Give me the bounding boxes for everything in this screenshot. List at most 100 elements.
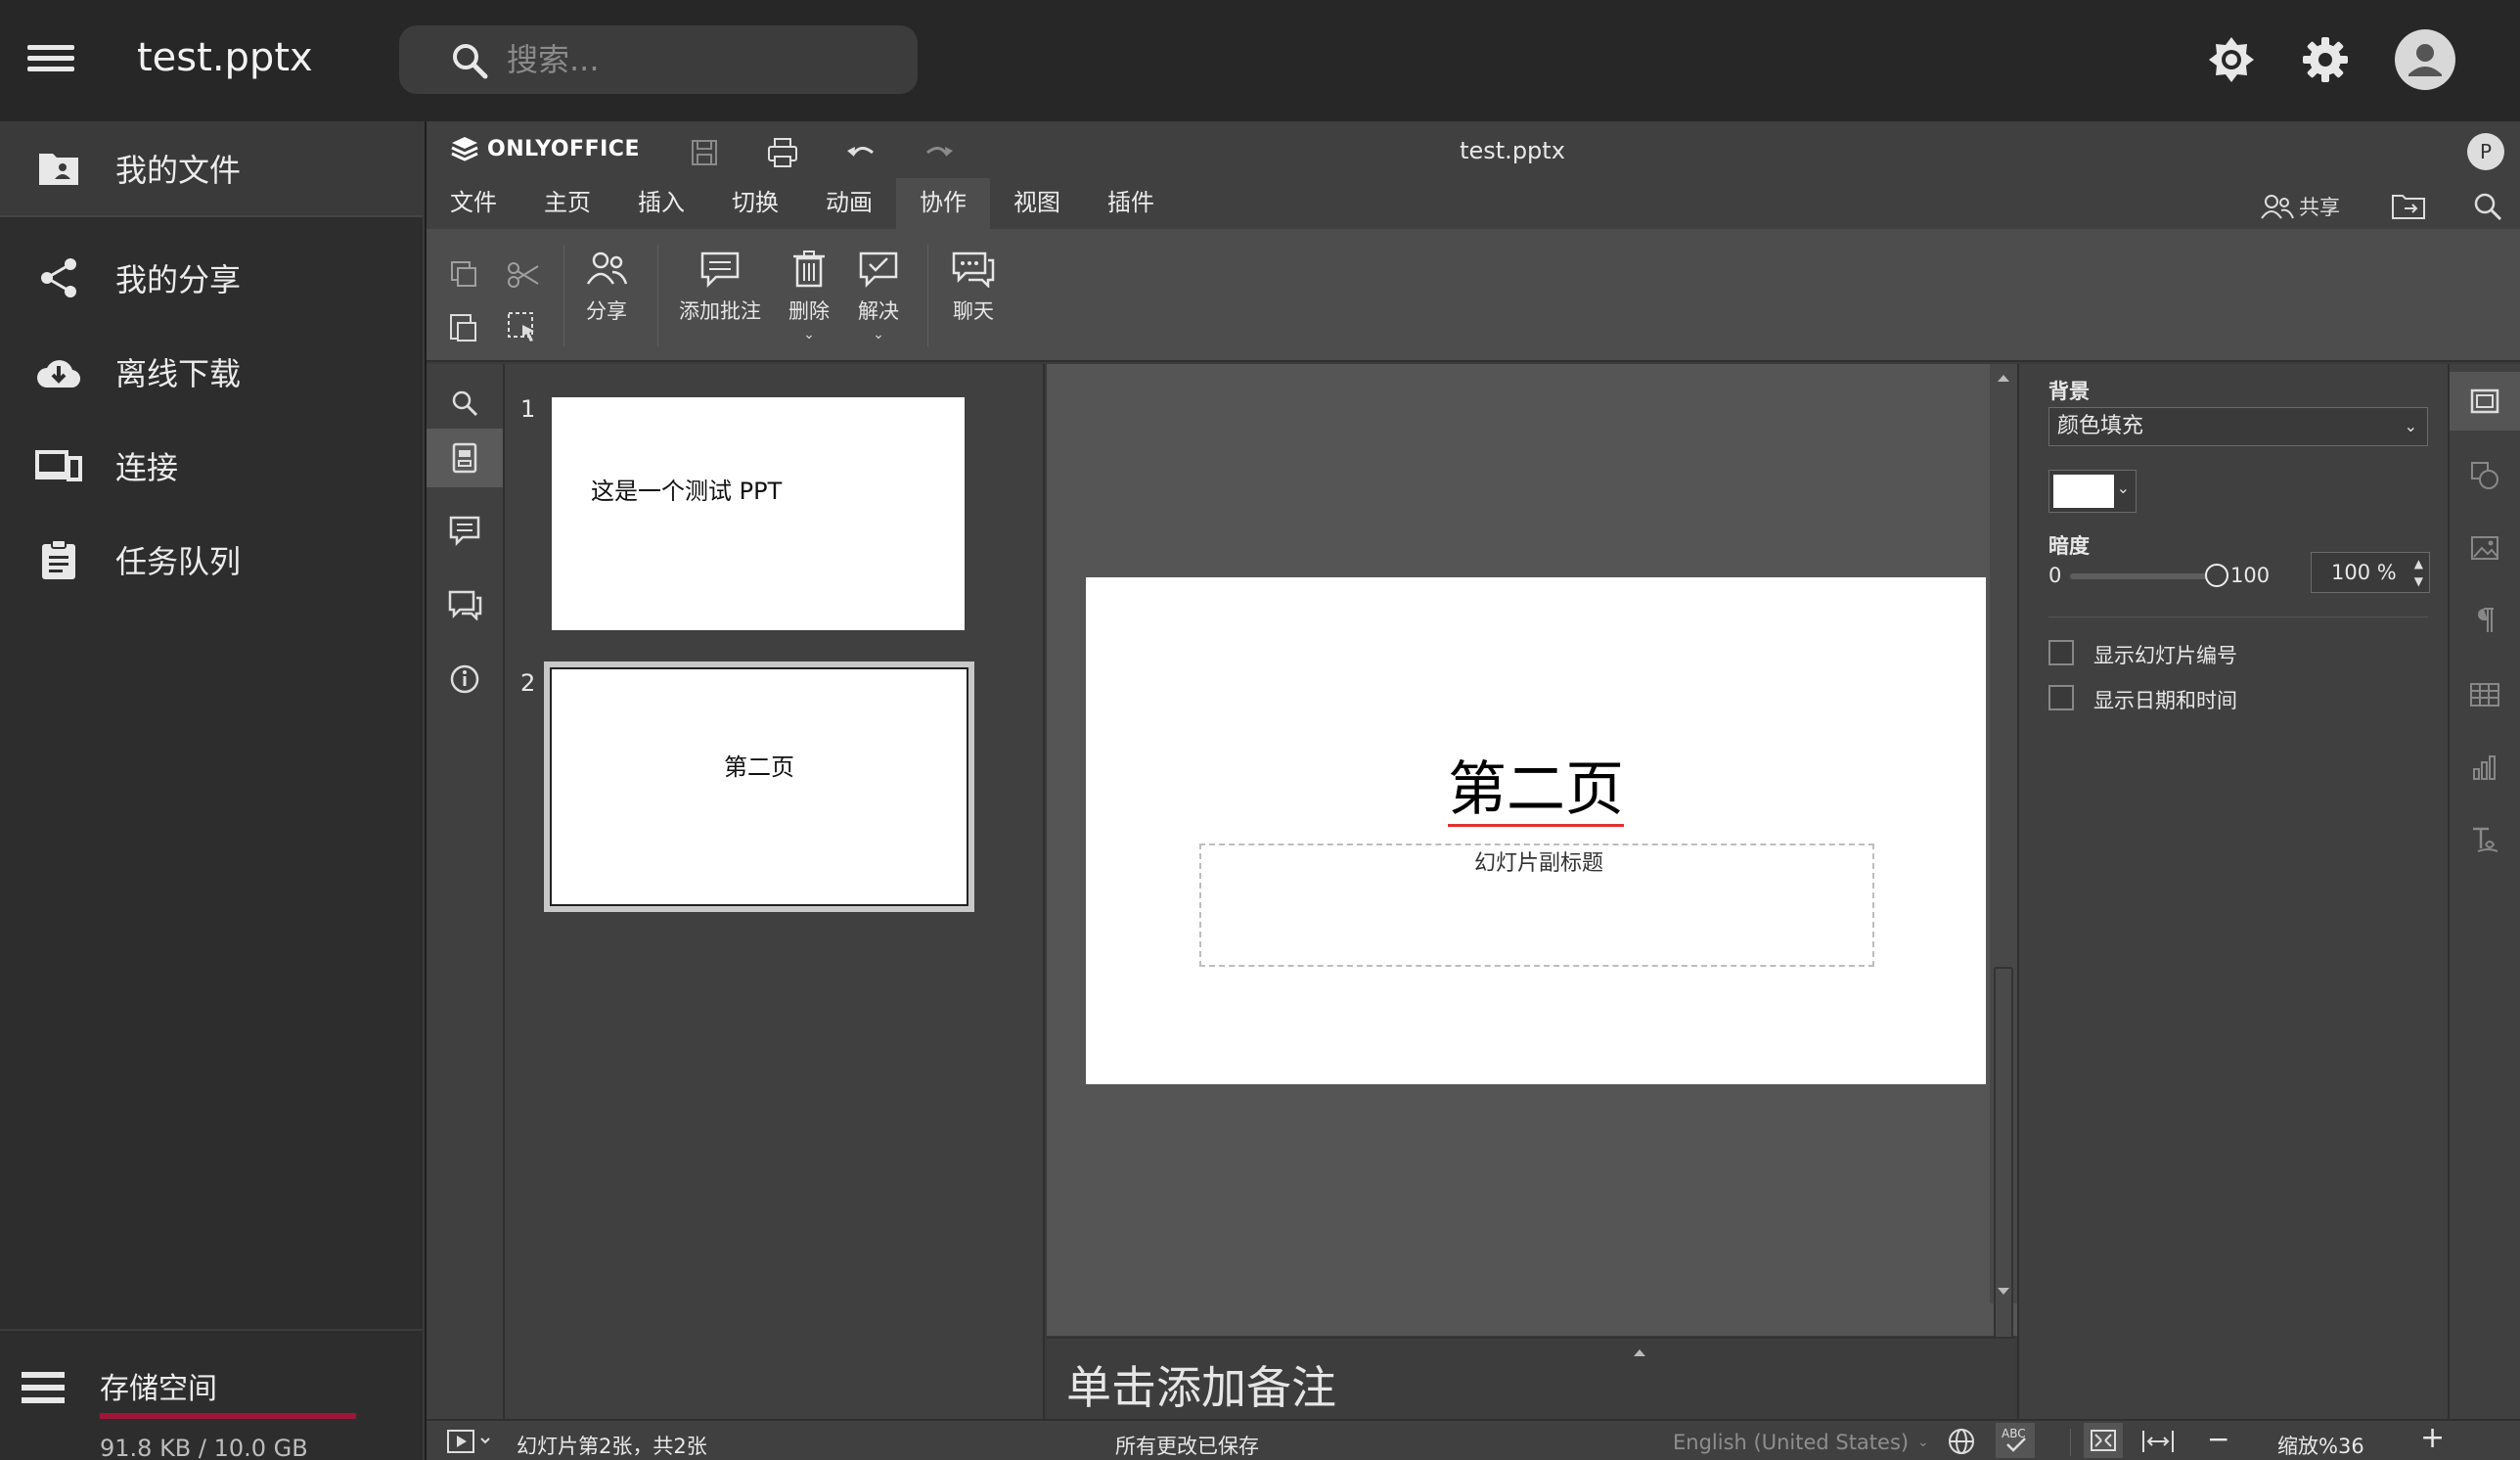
onlyoffice-logo: ONLYOFFICE [450,135,640,162]
globe-icon[interactable] [1947,1427,1976,1456]
tab-insert[interactable]: 插入 [614,178,708,229]
slide-settings-tab[interactable] [2450,372,2520,431]
search-icon [453,44,488,79]
undo-icon[interactable] [841,133,880,172]
zoom-level[interactable]: 缩放%36 [2277,1431,2364,1460]
rail-chat-button[interactable] [427,575,503,634]
app-bar: test.pptx [0,0,2520,121]
account-avatar-icon[interactable] [2395,29,2455,90]
fit-width-icon[interactable] [2140,1427,2176,1456]
slide-thumbnail-2[interactable]: 第二页 [544,662,974,912]
tab-view[interactable]: 视图 [990,178,1084,229]
slide-settings-icon [2470,388,2499,414]
fit-slide-icon[interactable] [2084,1423,2123,1458]
save-icon[interactable] [685,133,724,172]
search-input[interactable] [507,35,898,84]
document-editor: ONLYOFFICE test.pptx P 文件 主页 插入 切换 动画 协作… [427,121,2520,1460]
spellcheck-icon[interactable]: ABC [1996,1423,2035,1458]
chart-settings-tab[interactable] [2450,738,2520,797]
fill-color-picker[interactable]: ⌄ [2048,470,2137,513]
rail-info-button[interactable] [427,650,503,708]
sidebar-item-offline-download[interactable]: 离线下载 [0,325,423,419]
zoom-out-button[interactable]: − [2207,1423,2229,1455]
slide-thumbnail-text: 第二页 [724,753,794,781]
tab-animation[interactable]: 动画 [802,178,896,229]
scroll-down-icon[interactable] [1996,1286,2011,1298]
slide-thumbnail-1[interactable]: 这是一个测试 PPT [552,397,965,630]
slide-number: 2 [520,669,536,697]
rail-slides-button[interactable] [427,429,503,487]
settings-gear-icon[interactable] [2299,33,2352,86]
image-settings-tab[interactable] [2450,519,2520,577]
current-slide[interactable]: 第二页 幻灯片副标题 [1086,577,1986,1084]
scrollbar-thumb[interactable] [1994,967,2013,1397]
notes-scroll-up-icon[interactable] [1632,1346,1647,1358]
rail-comments-button[interactable] [427,501,503,560]
scroll-up-icon[interactable] [1996,372,2011,384]
print-icon[interactable] [763,133,802,172]
share-button[interactable]: 分享 [585,251,628,325]
shape-settings-tab[interactable] [2450,446,2520,505]
opacity-slider-knob[interactable] [2205,564,2228,587]
menu-tabs: 文件 主页 插入 切换 动画 协作 视图 插件 [427,178,1178,229]
user-avatar[interactable]: P [2467,133,2504,170]
spin-arrows-icon[interactable]: ▲ ▼ [2414,555,2423,590]
menu-icon[interactable] [27,39,74,82]
opacity-slider-track[interactable] [2070,573,2217,579]
status-bar: 幻灯片第2张，共2张 所有更改已保存 English (United State… [427,1419,2520,1460]
tab-collaboration[interactable]: 协作 [896,178,990,229]
tab-file[interactable]: 文件 [427,178,520,229]
fill-type-select[interactable]: 颜色填充 ⌄ [2048,407,2428,446]
resolve-comment-button[interactable]: 解决 ⌄ [857,251,900,342]
chat-button[interactable]: 聊天 [951,251,996,325]
paste-icon[interactable] [448,311,479,342]
slide-title[interactable]: 第二页 [1086,742,1986,827]
sidebar-item-label: 我的分享 [115,261,242,298]
sidebar-item-my-files[interactable]: 我的文件 [0,121,423,217]
zoom-in-button[interactable]: + [2420,1421,2445,1455]
redo-icon[interactable] [920,133,959,172]
chat-label: 聊天 [953,299,994,323]
search-document-icon[interactable] [2471,190,2504,223]
language-selector[interactable]: English (United States) [1673,1431,1909,1454]
show-slide-number-checkbox[interactable] [2048,640,2074,665]
resolve-label: 解决 [858,299,899,323]
copy-icon[interactable] [448,260,479,290]
sidebar-item-connect[interactable]: 连接 [0,419,423,513]
select-all-icon[interactable] [507,311,540,344]
toolbar-separator [927,245,928,346]
show-date-time-checkbox[interactable] [2048,685,2074,710]
paragraph-settings-tab[interactable] [2450,591,2520,650]
sidebar-item-my-shares[interactable]: 我的分享 [0,231,423,325]
start-slideshow-icon[interactable] [446,1427,493,1456]
tab-transitions[interactable]: 切换 [708,178,802,229]
delete-comment-button[interactable]: 删除 ⌄ [788,251,830,342]
table-settings-tab[interactable] [2450,665,2520,724]
subtitle-placeholder-text: 幻灯片副标题 [1473,851,1603,876]
sidebar: 我的文件 我的分享 离线下载 连接 任务队列 存储空间 91.8 KB / 10… [0,121,425,1460]
add-comment-label: 添加批注 [679,299,761,323]
cut-icon[interactable] [507,260,540,290]
show-date-time-label: 显示日期和时间 [2093,689,2237,712]
sidebar-item-label: 我的文件 [115,152,242,189]
opacity-input[interactable]: 100 % ▲ ▼ [2311,552,2430,593]
storage-icon [22,1372,65,1403]
notes-area[interactable]: 单击添加备注 [1047,1337,2015,1419]
tab-plugins[interactable]: 插件 [1084,178,1178,229]
sidebar-item-task-queue[interactable]: 任务队列 [0,513,423,607]
storage-usage-bar [100,1413,356,1419]
add-comment-button[interactable]: 添加批注 [679,251,761,325]
rail-search-button[interactable] [427,374,503,433]
right-panel-rail [2448,364,2520,1440]
share-access-button[interactable]: 共享 [2260,192,2340,221]
brightness-icon[interactable] [2205,33,2258,86]
slide-thumbnails-panel: 1 这是一个测试 PPT 2 第二页 [505,364,1045,1440]
opacity-value: 100 % [2331,561,2397,584]
subtitle-placeholder-box[interactable]: 幻灯片副标题 [1199,844,1874,967]
chevron-down-icon: ⌄ [873,327,884,342]
open-location-icon[interactable] [2391,192,2426,221]
tab-home[interactable]: 主页 [520,178,614,229]
search-box[interactable] [399,25,918,94]
canvas-vertical-scrollbar[interactable] [1990,364,2017,1397]
text-art-settings-tab[interactable] [2450,810,2520,869]
